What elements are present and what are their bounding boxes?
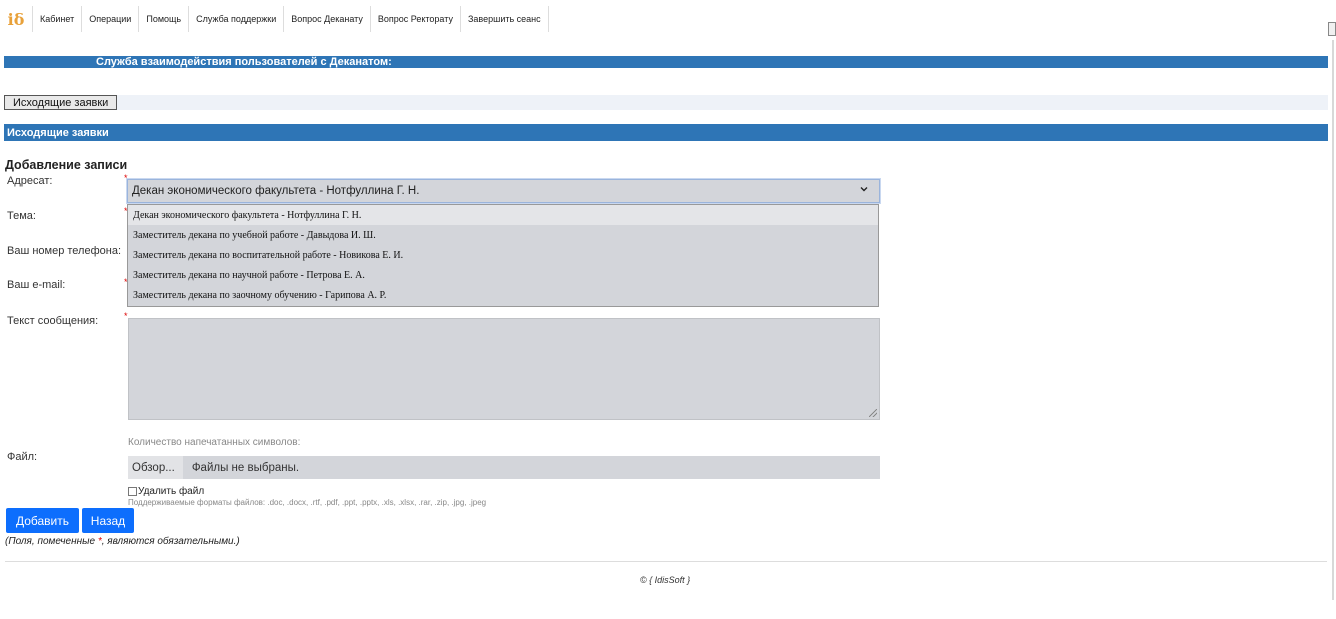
top-nav: iδ Кабинет Операции Помощь Служба поддер… (0, 6, 549, 32)
file-input[interactable]: Обзор... Файлы не выбраны. (128, 456, 880, 479)
message-textarea[interactable] (128, 318, 880, 420)
scroll-up-button[interactable] (1328, 22, 1336, 36)
back-button[interactable]: Назад (82, 508, 134, 533)
supported-formats: Поддерживаемые форматы файлов: .doc, .do… (128, 498, 487, 507)
nav-item-help[interactable]: Помощь (139, 6, 190, 32)
addressee-option[interactable]: Заместитель декана по учебной работе - Д… (128, 225, 878, 245)
char-count-label: Количество напечатанных символов: (128, 437, 301, 448)
addressee-option[interactable]: Декан экономического факультета - Нотфул… (128, 205, 878, 225)
addressee-selected-value: Декан экономического факультета - Нотфул… (132, 185, 420, 197)
subject-label: Тема: (7, 210, 36, 222)
scrollbar-track[interactable] (1332, 40, 1334, 600)
addressee-label: Адресат: (7, 175, 53, 187)
addressee-option[interactable]: Заместитель декана по воспитательной раб… (128, 245, 878, 265)
email-label: Ваш e-mail: (7, 279, 66, 291)
nav-item-cabinet[interactable]: Кабинет (33, 6, 83, 32)
nav-item-logout[interactable]: Завершить сеанс (461, 6, 549, 32)
service-header-bar: Служба взаимодействия пользователей с Де… (4, 56, 1328, 68)
file-status: Файлы не выбраны. (191, 461, 300, 474)
footer-divider (5, 561, 1327, 562)
resize-handle-icon[interactable] (869, 409, 877, 417)
required-note-suffix: , являются обязательными.) (101, 536, 240, 547)
addressee-select[interactable]: Декан экономического факультета - Нотфул… (127, 179, 880, 203)
delete-file-label[interactable]: Удалить файл (138, 486, 204, 497)
tabs-strip (4, 95, 1328, 110)
nav-item-operations[interactable]: Операции (82, 6, 140, 32)
addressee-option[interactable]: Заместитель декана по заочному обучению … (128, 285, 878, 305)
copyright: © { IdisSoft } (640, 575, 691, 585)
nav-item-dean-question[interactable]: Вопрос Деканату (284, 6, 371, 32)
file-label: Файл: (7, 451, 38, 463)
required-note: (Поля, помеченные *, являются обязательн… (5, 536, 240, 547)
required-note-prefix: (Поля, помеченные (5, 536, 98, 547)
add-button[interactable]: Добавить (6, 508, 79, 533)
addressee-option[interactable]: Заместитель декана по научной работе - П… (128, 265, 878, 285)
required-mark: * (124, 311, 128, 321)
nav-item-support[interactable]: Служба поддержки (189, 6, 285, 32)
service-title: Служба взаимодействия пользователей с Де… (96, 56, 392, 68)
addressee-dropdown-list: Декан экономического факультета - Нотфул… (127, 204, 879, 307)
page-scrollbar[interactable] (1328, 0, 1336, 619)
file-browse-button[interactable]: Обзор... (128, 456, 183, 479)
section-title: Исходящие заявки (7, 126, 109, 139)
chevron-down-icon (859, 184, 869, 197)
delete-file-row: Удалить файл (128, 486, 204, 497)
logo[interactable]: iδ (0, 6, 33, 32)
nav-item-rector-question[interactable]: Вопрос Ректорату (371, 6, 461, 32)
delete-file-checkbox[interactable] (128, 487, 137, 496)
message-label: Текст сообщения: (7, 315, 99, 327)
outgoing-requests-tab[interactable]: Исходящие заявки (4, 95, 118, 110)
form-title: Добавление записи (5, 158, 128, 172)
section-header-bar: Исходящие заявки (4, 124, 1328, 141)
phone-label: Ваш номер телефона: (7, 245, 122, 257)
